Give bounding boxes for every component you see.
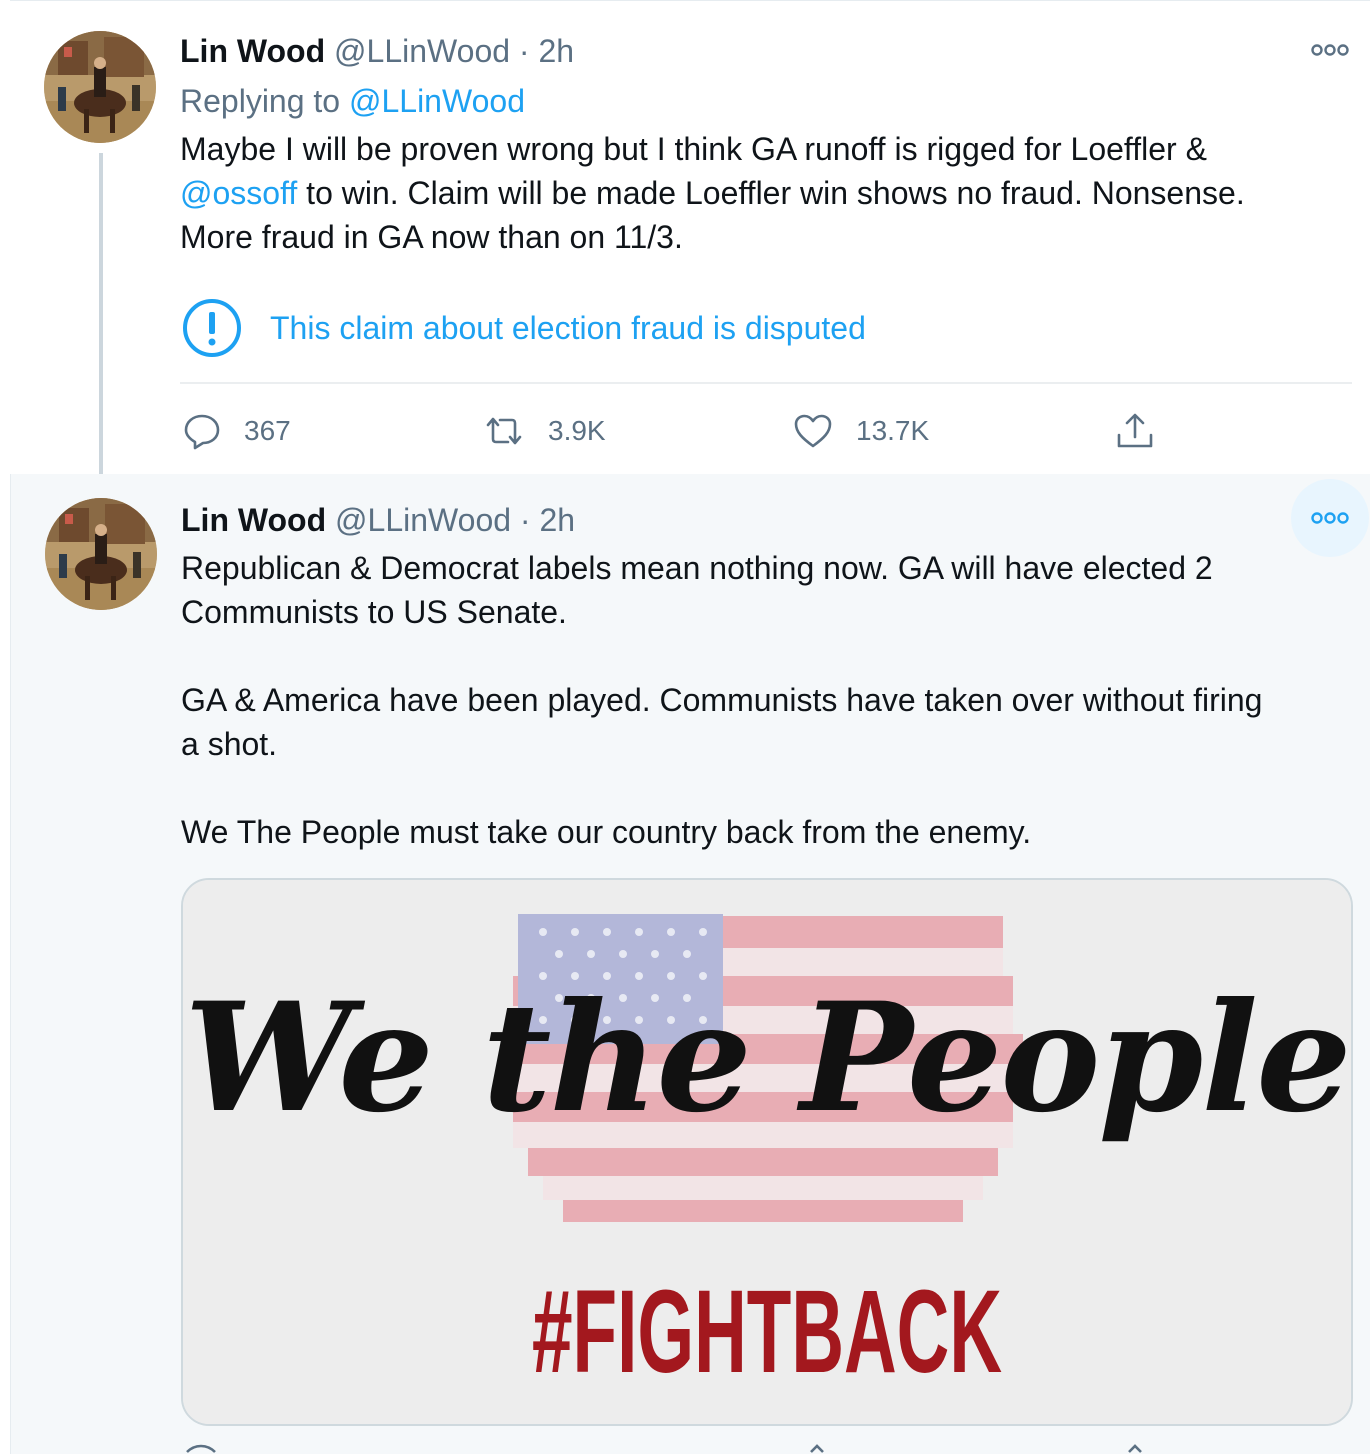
more-options-button[interactable] <box>1291 479 1369 557</box>
user-handle[interactable]: @LLinWood <box>335 502 511 538</box>
tweet-text-line-2-rest: to win. Claim will be made Loeffler win … <box>306 175 1245 211</box>
more-options-button[interactable] <box>1291 11 1369 89</box>
share-icon <box>1117 413 1153 448</box>
retweet-button[interactable]: 3.9K <box>482 409 606 453</box>
tweet-text-line-1: Republican & Democrat labels mean nothin… <box>181 550 1213 586</box>
user-handle[interactable]: @LLinWood <box>334 33 510 69</box>
tweet-text-line-5: We The People must take our country back… <box>181 814 1032 850</box>
more-horizontal-icon <box>1311 512 1349 524</box>
like-count: 13.7K <box>856 415 930 446</box>
tweet-header: Lin Wood @LLinWood · 2h <box>180 31 574 71</box>
replying-to-link[interactable]: @LLinWood <box>349 83 525 119</box>
twitter-thread: Lin Wood @LLinWood · 2h Replying to @LLi… <box>0 0 1370 1454</box>
disputed-claim-text[interactable]: This claim about election fraud is dispu… <box>270 310 866 347</box>
replying-prefix: Replying to <box>180 83 341 119</box>
disputed-claim-notice[interactable]: This claim about election fraud is dispu… <box>182 295 866 361</box>
timestamp[interactable]: 2h <box>538 33 574 69</box>
tweet-image[interactable]: We the People #FIGHTBACK <box>181 878 1353 1426</box>
avatar[interactable] <box>44 31 156 143</box>
display-name[interactable]: Lin Wood <box>180 33 325 69</box>
reply-button[interactable]: 367 <box>182 409 291 453</box>
next-actions-peek <box>181 1438 1351 1454</box>
retweet-count: 3.9K <box>548 415 606 446</box>
display-name[interactable]: Lin Wood <box>181 502 326 538</box>
reply-icon <box>184 414 220 450</box>
avatar[interactable] <box>45 498 157 610</box>
thread-connector <box>99 153 103 485</box>
separator-dot: · <box>518 33 530 69</box>
tweet-1[interactable]: Lin Wood @LLinWood · 2h Replying to @LLi… <box>10 0 1370 485</box>
divider <box>180 382 1352 384</box>
tweet-header: Lin Wood @LLinWood · 2h <box>181 500 575 540</box>
tweet-text-line-3: More fraud in GA now than on 11/3. <box>180 219 683 255</box>
retweet-icon <box>486 417 522 445</box>
exclamation-circle-icon <box>183 299 241 357</box>
timestamp[interactable]: 2h <box>539 502 575 538</box>
tweet-text-line-3: GA & America have been played. Communist… <box>181 682 1263 718</box>
heart-icon <box>794 414 832 448</box>
tweet-text-line-2: Communists to US Senate. <box>181 594 567 630</box>
image-script-text: We the People <box>184 970 1349 1146</box>
like-button[interactable]: 13.7K <box>792 409 929 453</box>
mention-link[interactable]: @ossoff <box>180 175 297 211</box>
more-horizontal-icon <box>1311 44 1349 56</box>
share-button[interactable] <box>1114 409 1178 453</box>
tweet-2[interactable]: Lin Wood @LLinWood · 2h Republican & Dem… <box>10 474 1370 1454</box>
image-hashtag-text: #FIGHTBACK <box>532 1266 1002 1398</box>
reply-count: 367 <box>244 415 291 446</box>
tweet-text-line-1: Maybe I will be proven wrong but I think… <box>180 131 1207 167</box>
tweet-text-line-4: a shot. <box>181 726 278 762</box>
tweet-text-line-2: @ossoff to win. Claim will be made Loeff… <box>180 171 1245 215</box>
separator-dot: · <box>519 502 531 538</box>
replying-to: Replying to @LLinWood <box>180 81 525 121</box>
